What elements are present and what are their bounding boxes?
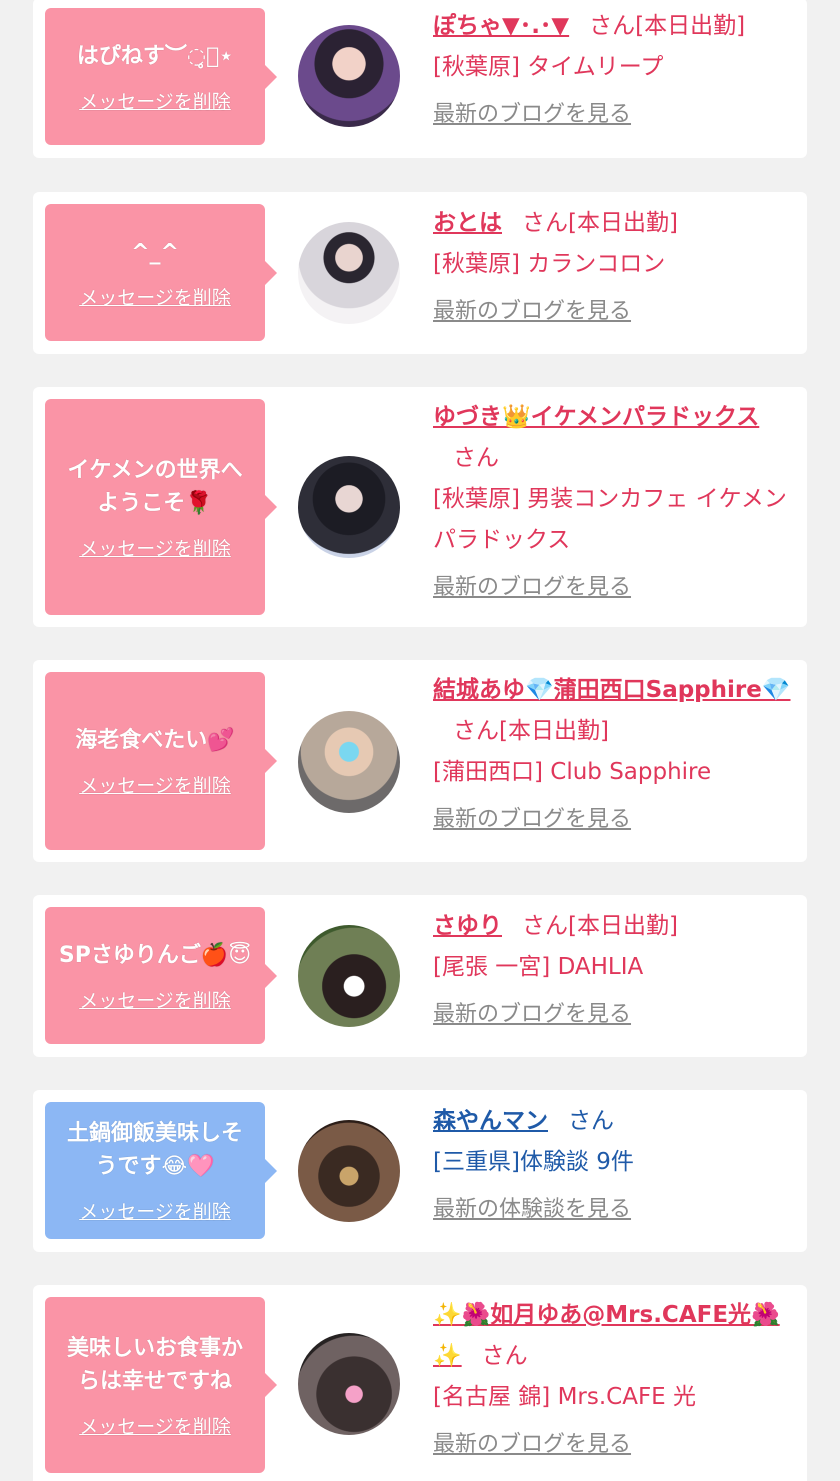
honorific-status: さん[本日出勤] [589,13,746,39]
shop-label: [名古屋 錦] Mrs.CAFE 光 [433,1384,697,1410]
honorific-status: さん [481,1343,528,1369]
latest-blog-link[interactable]: 最新のブログを見る [433,567,793,608]
delete-message-button[interactable]: メッセージを削除 [79,534,231,561]
message-card: 土鍋御飯美味しそうです😂🩷 メッセージを削除 森やんマン さん [三重県]体験談 … [33,1090,807,1252]
entry-info: ゆづき👑イケメンパラドックスさん [秋葉原] 男装コンカフェ イケメンパラドック… [433,397,793,608]
avatar[interactable] [298,711,400,813]
message-text: イケメンの世界へようこそ🌹 [67,457,243,516]
avatar[interactable] [298,25,400,127]
message-bubble: 土鍋御飯美味しそうです😂🩷 メッセージを削除 [45,1102,277,1239]
shop-label: [秋葉原] 男装コンカフェ イケメンパラドックス [433,486,787,553]
cast-name-link[interactable]: ぽちゃ▼･.･▼ [433,13,569,39]
latest-blog-link[interactable]: 最新のブログを見る [433,94,793,135]
shop-label: [蒲田西口] Club Sapphire [433,759,712,785]
review-count-label: [三重県]体験談 9件 [433,1149,634,1175]
message-text: 海老食べたい💕 [75,728,235,753]
latest-blog-link[interactable]: 最新のブログを見る [433,994,793,1035]
honorific-status: さん[本日出勤] [522,913,678,939]
honorific-status: さん [453,445,499,471]
reviewer-name-link[interactable]: 森やんマン [433,1108,548,1134]
message-card: SPさゆりんご🍎😇 メッセージを削除 さゆり さん[本日出勤] [尾張 一宮] D… [33,895,807,1057]
message-text: 美味しいお食事からは幸せですね [66,1335,243,1394]
message-text: SPさゆりんご🍎😇 [58,942,252,968]
delete-message-button[interactable]: メッセージを削除 [79,87,231,114]
message-card: 美味しいお食事からは幸せですね メッセージを削除 ✨🌺如月ゆあ@Mrs.CAFE… [33,1285,807,1481]
honorific-status: さん [568,1108,614,1134]
shop-label: [尾張 一宮] DAHLIA [433,954,644,980]
delete-message-button[interactable]: メッセージを削除 [79,771,231,798]
honorific-status: さん[本日出勤] [453,718,609,744]
message-bubble: 海老食べたい💕 メッセージを削除 [45,672,277,850]
message-card: ^_^ メッセージを削除 おとは さん[本日出勤] [秋葉原] カランコロン 最新… [33,192,807,354]
latest-blog-link[interactable]: 最新のブログを見る [433,1424,793,1465]
avatar[interactable] [298,222,400,324]
entry-info: ✨🌺如月ゆあ@Mrs.CAFE光🌺✨ さん [名古屋 錦] Mrs.CAFE 光 … [433,1295,793,1465]
entry-info: さゆり さん[本日出勤] [尾張 一宮] DAHLIA 最新のブログを見る [433,906,793,1035]
delete-message-button[interactable]: メッセージを削除 [79,283,231,310]
entry-info: おとは さん[本日出勤] [秋葉原] カランコロン 最新のブログを見る [433,203,793,332]
cast-name-link[interactable]: ゆづき👑イケメンパラドックス [433,404,759,430]
honorific-status: さん[本日出勤] [522,210,678,236]
cast-name-link[interactable]: 結城あゆ💎蒲田西口Sapphire💎 [433,677,791,703]
message-bubble: はぴねす︶◌̥⃝⋆ メッセージを削除 [45,8,277,145]
message-card: イケメンの世界へようこそ🌹 メッセージを削除 ゆづき👑イケメンパラドックスさん … [33,387,807,627]
avatar[interactable] [298,925,400,1027]
message-list: はぴねす︶◌̥⃝⋆ メッセージを削除 ぽちゃ▼･.･▼ さん[本日出勤] [秋葉原… [0,0,840,1481]
avatar[interactable] [298,456,400,558]
shop-label: [秋葉原] タイムリープ [433,54,664,80]
message-card: 海老食べたい💕 メッセージを削除 結城あゆ💎蒲田西口Sapphire💎 さん[本日… [33,660,807,862]
cast-name-link[interactable]: さゆり [433,913,502,939]
message-text: はぴねす︶◌̥⃝⋆ [76,43,234,69]
delete-message-button[interactable]: メッセージを削除 [79,986,231,1013]
entry-info: ぽちゃ▼･.･▼ さん[本日出勤] [秋葉原] タイムリープ 最新のブログを見る [433,6,793,135]
latest-review-link[interactable]: 最新の体験談を見る [433,1189,793,1230]
message-bubble: ^_^ メッセージを削除 [45,204,277,341]
shop-label: [秋葉原] カランコロン [433,251,666,277]
message-bubble: 美味しいお食事からは幸せですね メッセージを削除 [45,1297,277,1473]
message-text: ^_^ [131,239,179,265]
cast-name-link[interactable]: おとは [433,210,502,236]
latest-blog-link[interactable]: 最新のブログを見る [433,291,793,332]
message-bubble: イケメンの世界へようこそ🌹 メッセージを削除 [45,399,277,615]
avatar[interactable] [298,1120,400,1222]
avatar[interactable] [298,1333,400,1435]
delete-message-button[interactable]: メッセージを削除 [79,1197,231,1224]
latest-blog-link[interactable]: 最新のブログを見る [433,799,793,840]
entry-info: 結城あゆ💎蒲田西口Sapphire💎 さん[本日出勤] [蒲田西口] Club S… [433,670,793,840]
delete-message-button[interactable]: メッセージを削除 [79,1412,231,1439]
message-text: 土鍋御飯美味しそうです😂🩷 [66,1121,243,1179]
message-card: はぴねす︶◌̥⃝⋆ メッセージを削除 ぽちゃ▼･.･▼ さん[本日出勤] [秋葉原… [33,0,807,158]
entry-info: 森やんマン さん [三重県]体験談 9件 最新の体験談を見る [433,1101,793,1230]
message-bubble: SPさゆりんご🍎😇 メッセージを削除 [45,907,277,1044]
